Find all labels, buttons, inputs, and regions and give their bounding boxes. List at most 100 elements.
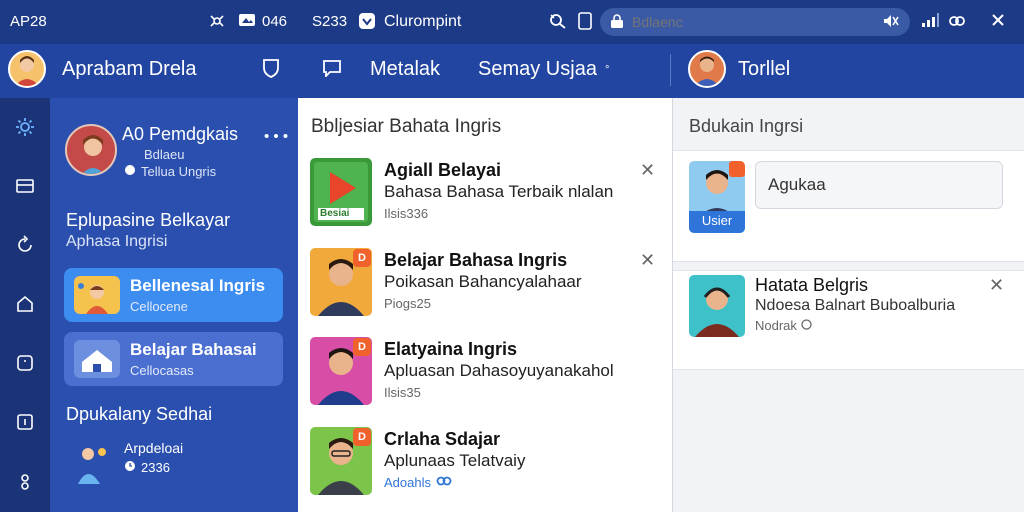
- course-item[interactable]: D Belajar Bahasa Ingris Poikasan Bahancy…: [310, 248, 660, 318]
- status-bar: AP28 046 S233 Clurompint: [0, 0, 1024, 44]
- header-title: Aprabam Drela: [62, 58, 197, 80]
- user-label: Usier: [701, 213, 733, 228]
- more-icon[interactable]: • • •: [264, 128, 288, 145]
- course-badge: D: [353, 249, 371, 267]
- info-icon[interactable]: [10, 409, 40, 436]
- recommend-card[interactable]: Hatata Belgris Ndoesa Balnart Buboalburi…: [673, 270, 1024, 370]
- section-title: Eplupasine Belkayar: [66, 210, 231, 230]
- panel-title: Bdukain Ingrsi: [689, 116, 804, 136]
- info-circle-icon: [801, 318, 812, 333]
- comment-input[interactable]: [755, 161, 1003, 209]
- course-badge: D: [353, 428, 371, 446]
- status-count: 046: [262, 13, 288, 30]
- icon-rail: [0, 98, 50, 512]
- figure-icon: [72, 440, 112, 488]
- tab-semay-usjaa[interactable]: Semay Usjaa °: [478, 58, 609, 81]
- lock-icon: [610, 13, 624, 32]
- card-title: Belajar Bahasai: [130, 340, 257, 359]
- course-desc: Poikasan Bahancyalahaar: [384, 272, 582, 291]
- mute-icon[interactable]: [882, 13, 900, 32]
- course-title: Agiall Belayai: [384, 160, 502, 180]
- profile-avatar: [688, 50, 726, 88]
- card-desc: Ndoesa Balnart Buboalburia: [755, 297, 956, 314]
- square-icon[interactable]: [10, 350, 40, 377]
- course-card-active[interactable]: Bellenesal Ingris Cellocene: [64, 268, 283, 322]
- course-title: Crlaha Sdajar: [384, 429, 501, 449]
- user-avatar[interactable]: Usier: [689, 161, 745, 233]
- bottom-meta: 2336: [124, 460, 170, 475]
- course-title: Elatyaina Ingris: [384, 339, 518, 359]
- list-icon[interactable]: [10, 172, 40, 199]
- app-header: Aprabam Drela Metalak Semay Usjaa ° Torl…: [0, 44, 1024, 98]
- course-meta: Ilsis336: [384, 206, 429, 221]
- card-meta: Nodrak: [755, 318, 812, 333]
- chat-icon[interactable]: [322, 59, 342, 77]
- dismiss-icon[interactable]: ✕: [640, 160, 655, 181]
- profile-name: Torllel: [738, 57, 791, 80]
- settings-icon[interactable]: [10, 113, 40, 140]
- course-thumbnail: [74, 340, 120, 378]
- search-input[interactable]: [632, 14, 852, 30]
- course-meta: Ilsis35: [384, 385, 421, 400]
- phone-icon: [578, 12, 592, 30]
- section2-title: Dpukalany Sedhai: [66, 404, 213, 424]
- section-subtitle: Aphasa Ingrisi: [66, 233, 168, 250]
- status-code: S233: [312, 13, 348, 30]
- course-meta[interactable]: Adoahls: [384, 475, 452, 490]
- search-bar[interactable]: [600, 8, 910, 36]
- course-desc: Apluasan Dahasoyuyanakahol: [384, 361, 614, 380]
- network-icon: [208, 12, 226, 30]
- avatar[interactable]: [8, 50, 46, 88]
- course-thumbnail: [74, 276, 120, 314]
- course-desc: Bahasa Bahasa Terbaik nlalan: [384, 182, 614, 201]
- course-thumbnail: Besiai: [310, 158, 372, 226]
- thumb-label: Besiai: [320, 208, 350, 219]
- course-list-panel: Bbljesiar Bahata Ingris Besiai Agiall Be…: [298, 98, 672, 512]
- card-title: Hatata Belgris: [755, 275, 869, 295]
- course-desc: Aplunaas Telatvaiy: [384, 451, 526, 470]
- home-icon[interactable]: [10, 290, 40, 317]
- globe-icon: [124, 164, 136, 179]
- status-app-name: Clurompint: [384, 13, 462, 30]
- user-input-section: Usier: [673, 150, 1024, 262]
- signal-search-icon[interactable]: [548, 12, 568, 30]
- course-item[interactable]: D Crlaha Sdajar Aplunaas Telatvaiy Adoah…: [310, 427, 660, 497]
- user-badge: [729, 161, 745, 177]
- panel-title: Bbljesiar Bahata Ingris: [311, 116, 502, 137]
- signal-icon: [920, 12, 940, 28]
- shield-icon[interactable]: [262, 58, 280, 78]
- course-card[interactable]: Belajar Bahasai Cellocasas: [64, 332, 283, 386]
- card-meta-text: Nodrak: [755, 318, 797, 333]
- link-icon[interactable]: [948, 12, 966, 30]
- profile-meta-text: Tellua Ungris: [141, 164, 217, 179]
- left-panel: A0 Pemdgkais • • • Bdlaeu Tellua Ungris …: [50, 98, 298, 512]
- profile-button[interactable]: Torllel: [688, 50, 790, 88]
- bottom-title: Arpdeloai: [124, 440, 184, 456]
- tab-badge: °: [604, 63, 610, 76]
- course-meta-text: Adoahls: [384, 475, 431, 490]
- dismiss-icon[interactable]: ✕: [989, 275, 1004, 296]
- image-icon: [238, 12, 256, 28]
- profile-sub: Bdlaeu: [144, 147, 185, 162]
- close-icon[interactable]: [990, 12, 1006, 28]
- profile-title: A0 Pemdgkais: [122, 124, 239, 144]
- bottom-sub: 2336: [141, 460, 170, 475]
- app-badge-icon: [358, 12, 376, 30]
- profile-meta: Tellua Ungris: [124, 164, 216, 179]
- pin-icon[interactable]: [10, 468, 40, 495]
- clock-icon: [124, 460, 136, 475]
- status-time: AP28: [10, 13, 47, 30]
- course-meta: Piogs25: [384, 296, 431, 311]
- header-divider: [670, 54, 671, 86]
- card-sub: Cellocasas: [130, 363, 194, 378]
- header-avatar[interactable]: [8, 50, 46, 88]
- course-item[interactable]: Besiai Agiall Belayai Bahasa Bahasa Terb…: [310, 158, 660, 228]
- card-title: Bellenesal Ingris: [130, 276, 266, 295]
- user-avatar[interactable]: [65, 124, 117, 176]
- dismiss-icon[interactable]: ✕: [640, 250, 655, 271]
- refresh-icon[interactable]: [10, 231, 40, 258]
- card-thumbnail: [689, 275, 745, 337]
- card-sub: Cellocene: [130, 299, 188, 314]
- tab-metalak[interactable]: Metalak: [370, 58, 440, 81]
- course-item[interactable]: D Elatyaina Ingris Apluasan Dahasoyuyana…: [310, 337, 660, 407]
